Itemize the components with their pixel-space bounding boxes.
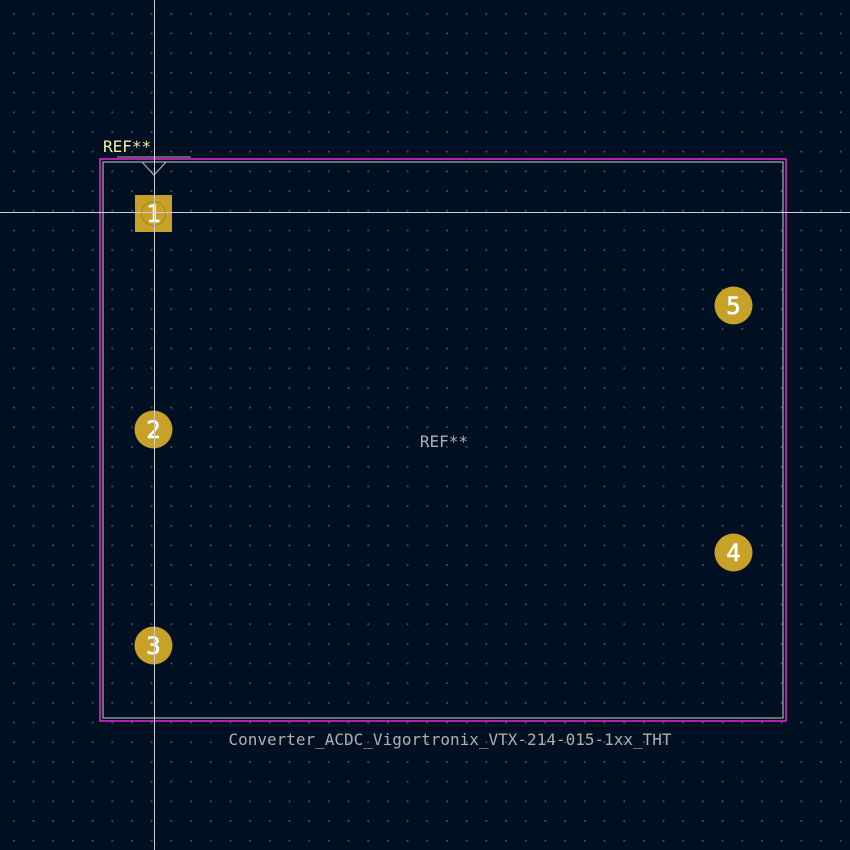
pad-4[interactable]: 4 <box>714 533 753 572</box>
silk-reference-text[interactable]: REF** <box>103 137 151 156</box>
pad-3-number: 3 <box>146 632 160 660</box>
pad-5-number: 5 <box>726 292 740 320</box>
footprint-view: 1 2 3 4 5 REF** REF** Converter_ACDC_Vig… <box>0 0 850 850</box>
pad-2-number: 2 <box>146 416 160 444</box>
pad-4-number: 4 <box>726 539 740 567</box>
pcb-canvas[interactable]: 1 2 3 4 5 REF** REF** Converter_ACDC_Vig… <box>0 0 850 850</box>
pad-1-number: 1 <box>146 200 160 228</box>
pad-1[interactable]: 1 <box>135 195 172 232</box>
fab-reference-text[interactable]: REF** <box>420 432 468 451</box>
pad-2[interactable]: 2 <box>134 410 173 449</box>
pad-5[interactable]: 5 <box>714 286 753 325</box>
footprint-value-text[interactable]: Converter_ACDC_Vigortronix_VTX-214-015-1… <box>228 730 671 749</box>
pad-3[interactable]: 3 <box>134 626 173 665</box>
